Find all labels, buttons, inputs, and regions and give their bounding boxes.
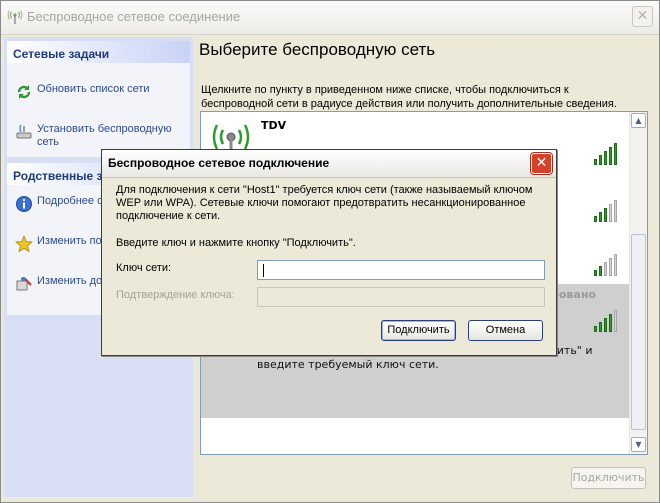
dialog-title-bar[interactable]: Беспроводное сетевое подключение ✕: [102, 150, 556, 178]
star-icon: [15, 235, 33, 253]
signal-strength-bars: [594, 310, 624, 332]
window-close-button[interactable]: ✕: [632, 6, 653, 27]
close-icon: ✕: [636, 8, 649, 24]
dialog-instruction: Введите ключ и нажмите кнопку "Подключит…: [116, 237, 356, 249]
window-title-bar[interactable]: Беспроводное сетевое соединение ✕: [1, 1, 659, 35]
settings-icon: [16, 277, 32, 291]
refresh-icon: [17, 85, 31, 99]
network-key-input[interactable]: [257, 260, 545, 280]
selected-hint-text: введите требуемый ключ сети.: [257, 358, 439, 371]
connect-button[interactable]: Подключить: [571, 467, 646, 489]
dialog-title: Беспроводное сетевое подключение: [108, 156, 330, 170]
confirm-key-label: Подтверждение ключа:: [116, 289, 235, 301]
security-label: ровано: [551, 288, 596, 301]
signal-strength-bars: [594, 200, 624, 222]
dialog-cancel-button[interactable]: Отмена: [468, 320, 543, 341]
network-key-dialog: Беспроводное сетевое подключение ✕ Для п…: [101, 149, 557, 356]
network-tasks-panel: Сетевые задачи Обновить список сети Уста…: [7, 41, 190, 157]
dialog-connect-button[interactable]: Подключить: [381, 320, 456, 341]
dialog-close-button[interactable]: ✕: [531, 153, 552, 174]
window-title: Беспроводное сетевое соединение: [27, 9, 241, 24]
text-caret: [263, 264, 264, 277]
network-name: TDV: [261, 119, 287, 132]
scroll-up-button[interactable]: ▲: [631, 113, 646, 128]
info-icon: [16, 196, 32, 212]
network-list-scrollbar[interactable]: ▲ ▼: [629, 112, 647, 454]
scroll-thumb[interactable]: [631, 234, 646, 430]
close-icon: ✕: [535, 155, 548, 171]
signal-strength-bars: [594, 254, 624, 276]
wireless-setup-icon: [16, 124, 32, 139]
scroll-down-button[interactable]: ▼: [631, 437, 646, 452]
setup-wireless-network-label: Установить беспроводную сеть: [37, 123, 172, 148]
page-title: Выберите беспроводную сеть: [199, 40, 436, 59]
network-key-label: Ключ сети:: [116, 262, 172, 274]
confirm-key-input[interactable]: [257, 287, 545, 307]
page-description: Щелкните по пункту в приведенном ниже сп…: [201, 84, 617, 110]
signal-strength-bars: [594, 143, 624, 165]
network-tasks-header[interactable]: Сетевые задачи: [7, 41, 190, 63]
wireless-network-icon: [7, 10, 23, 24]
refresh-network-list-label: Обновить список сети: [37, 83, 150, 95]
dialog-message: Для подключения к сети "Host1" требуется…: [116, 184, 533, 222]
